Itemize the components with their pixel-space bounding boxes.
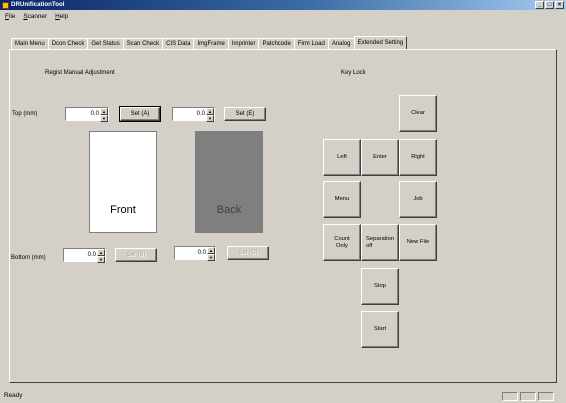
title-bar: DRUnificationTool _ □ × [0, 0, 566, 10]
bottom-b-value[interactable]: 0.0 [88, 252, 96, 258]
set-a-button[interactable]: Set (A) [119, 106, 161, 122]
window-title: DRUnificationTool [11, 1, 65, 8]
spin-up-icon[interactable]: ▲ [207, 247, 215, 254]
front-preview: Front [89, 131, 157, 233]
key-new-file-button[interactable]: New File [399, 224, 437, 261]
spin-up-icon[interactable]: ▲ [100, 108, 108, 115]
set-g-button[interactable]: Set (G) [227, 246, 269, 260]
tab-main-menu[interactable]: Main Menu [11, 38, 49, 49]
bottom-mm-label: Bottom (mm) [11, 255, 46, 261]
key-separation-off-button[interactable]: Separation off [361, 224, 399, 261]
keylock-section-label: Key Lock [341, 70, 366, 76]
status-pane [520, 392, 536, 401]
menu-file[interactable]: File [5, 13, 15, 20]
key-left-button[interactable]: Left [323, 139, 361, 176]
bottom-b-spinner[interactable]: 0.0 ▲ ▼ [63, 248, 106, 263]
tab-analog[interactable]: Analog [327, 38, 355, 49]
spin-up-icon[interactable]: ▲ [97, 249, 105, 256]
back-label: Back [216, 204, 242, 216]
maximize-button[interactable]: □ [545, 1, 554, 9]
spin-down-icon[interactable]: ▼ [97, 256, 105, 263]
spin-down-icon[interactable]: ▼ [207, 254, 215, 261]
tab-imgframe[interactable]: ImgFrame [193, 38, 229, 49]
spin-down-icon[interactable]: ▼ [100, 115, 108, 122]
key-stop-button[interactable]: Stop [361, 268, 399, 305]
spin-down-icon[interactable]: ▼ [206, 115, 214, 122]
tab-dcon-check[interactable]: Dcon Check [47, 38, 89, 49]
top-a-spinner[interactable]: 0.0 ▲ ▼ [65, 107, 109, 122]
top-e-value[interactable]: 0.0 [197, 111, 205, 117]
regist-section-label: Regist Manual Adjustment [45, 70, 115, 76]
tab-cis-data[interactable]: CIS Data [162, 38, 195, 49]
tab-patchcode[interactable]: Patchcode [258, 38, 295, 49]
status-text: Ready [4, 392, 23, 399]
top-e-spinner[interactable]: 0.0 ▲ ▼ [172, 107, 215, 122]
key-enter-button[interactable]: Enter [361, 139, 399, 176]
menu-bar: File Scanner Help [0, 10, 566, 22]
key-job-button[interactable]: Job [399, 181, 437, 218]
set-b-button[interactable]: Set (B) [115, 248, 157, 262]
tab-extended-setting[interactable]: Extended Setting [353, 36, 408, 49]
menu-scanner[interactable]: Scanner [23, 13, 47, 20]
tab-scan-check[interactable]: Scan Check [122, 38, 164, 49]
key-clear-button[interactable]: Clear [399, 95, 437, 132]
status-pane [538, 392, 554, 401]
key-menu-button[interactable]: Menu [323, 181, 361, 218]
bottom-g-spinner[interactable]: 0.0 ▲ ▼ [174, 246, 216, 261]
status-pane [502, 392, 518, 401]
key-count-only-button[interactable]: Count Only [323, 224, 361, 261]
extended-setting-panel: Regist Manual Adjustment Key Lock Top (m… [9, 49, 557, 383]
key-start-button[interactable]: Start [361, 311, 399, 348]
top-mm-label: Top (mm) [12, 111, 38, 117]
set-e-button[interactable]: Set (E) [224, 107, 266, 121]
menu-help[interactable]: Help [55, 13, 68, 20]
status-bar: Ready [0, 389, 566, 403]
back-preview: Back [195, 131, 263, 233]
close-button[interactable]: × [555, 1, 564, 9]
window-controls: _ □ × [535, 1, 564, 9]
tab-get-status[interactable]: Get Status [87, 38, 124, 49]
top-a-value[interactable]: 0.0 [91, 111, 99, 117]
front-label: Front [110, 204, 136, 216]
minimize-button[interactable]: _ [535, 1, 544, 9]
spin-up-icon[interactable]: ▲ [206, 108, 214, 115]
app-icon [2, 1, 9, 9]
tab-strip: Main Menu Dcon Check Get Status Scan Che… [11, 36, 408, 49]
key-right-button[interactable]: Right [399, 139, 437, 176]
tab-firm-load[interactable]: Firm Load [293, 38, 329, 49]
bottom-g-value[interactable]: 0.0 [198, 250, 206, 256]
tab-imprinter[interactable]: Imprinter [227, 38, 260, 49]
